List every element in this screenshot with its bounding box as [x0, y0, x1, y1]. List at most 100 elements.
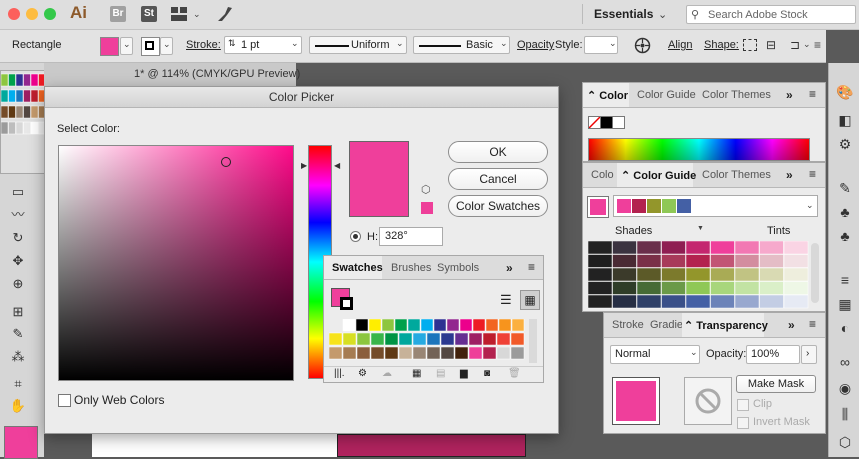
variation-cell[interactable] [636, 281, 662, 295]
flyout-swatch[interactable] [0, 73, 9, 87]
variation-cell[interactable] [588, 267, 613, 282]
brush-definition-dropdown[interactable]: Basic ⌄ [413, 36, 510, 54]
swatch-cell[interactable] [496, 332, 511, 346]
opacity-input[interactable]: 100% [746, 345, 800, 364]
shape-builder-tool-icon[interactable]: ⊕ [9, 275, 27, 293]
swatch-cell[interactable] [511, 319, 525, 332]
variation-cell[interactable] [661, 254, 686, 268]
variation-cell[interactable] [612, 241, 637, 255]
color-swatches-button[interactable]: Color Swatches [448, 195, 548, 217]
show-kinds-icon[interactable]: ⚙ [358, 368, 367, 379]
swatch-cell[interactable] [482, 332, 497, 346]
tab-color-guide[interactable]: Color Guide [637, 89, 696, 101]
swatch-cell[interactable] [459, 319, 473, 332]
ok-button[interactable]: OK [448, 141, 548, 163]
scrollbar[interactable] [811, 243, 819, 303]
variation-cell[interactable] [710, 254, 735, 268]
make-mask-button[interactable]: Make Mask [736, 375, 816, 393]
panel-menu-icon[interactable]: ≡ [809, 317, 816, 331]
rectangle-artwork[interactable] [337, 434, 526, 457]
swatch-cell[interactable] [355, 319, 369, 332]
tab-color[interactable]: ⌃ Color [587, 89, 628, 102]
stroke-weight-field[interactable]: ⇅ 1 pt ⌄ [224, 36, 302, 54]
variation-cell[interactable] [783, 267, 809, 282]
color-themes-icon[interactable]: 🎨 [836, 83, 854, 101]
stroke-swatch[interactable] [340, 297, 353, 310]
mesh-tool-icon[interactable]: ⊞ [9, 303, 27, 321]
opacity-slider-toggle[interactable]: › [801, 345, 817, 364]
variation-cell[interactable] [734, 294, 760, 309]
flyout-swatch[interactable] [30, 89, 39, 103]
gradient-icon[interactable]: ▦ [836, 295, 854, 313]
variation-cell[interactable] [612, 294, 637, 309]
harmony-swatch[interactable] [677, 199, 691, 213]
variation-cell[interactable] [710, 267, 735, 282]
swatch-cell[interactable] [342, 332, 357, 346]
harmony-swatch[interactable] [647, 199, 661, 213]
swatch-cell[interactable] [412, 332, 427, 346]
document-tab[interactable]: 1* @ 114% (CMYK/GPU Preview) [134, 68, 300, 80]
swatch-cell[interactable] [329, 346, 343, 360]
swatch-cell[interactable] [329, 332, 343, 346]
white-swatch[interactable] [612, 116, 625, 129]
swatch-cell[interactable] [342, 346, 357, 360]
variation-cell[interactable] [588, 281, 613, 295]
variation-cell[interactable] [734, 267, 760, 282]
variation-cell[interactable] [685, 254, 711, 268]
stepper-icon[interactable]: ⇅ [228, 38, 236, 49]
align-label[interactable]: Align [668, 39, 692, 51]
variation-cell[interactable] [734, 281, 760, 295]
thumbnail-view-icon[interactable]: ▦ [520, 290, 540, 310]
swatch-cell[interactable] [426, 332, 441, 346]
variations-grid[interactable] [588, 241, 810, 311]
swatch-cell[interactable] [426, 346, 441, 360]
hue-arrow-right-icon[interactable]: ◀ [334, 161, 340, 170]
zoom-window-button[interactable] [44, 8, 56, 20]
harmony-rules-dropdown[interactable]: ⌄ [613, 195, 818, 217]
panel-collapse-icon[interactable]: » [506, 261, 513, 275]
flyout-swatch[interactable] [23, 105, 31, 119]
folder-icon[interactable]: ▆ [460, 368, 468, 379]
swatch-cell[interactable] [468, 332, 483, 346]
flyout-swatch[interactable] [30, 73, 39, 87]
shape-label[interactable]: Shape: [704, 39, 739, 51]
swatch-cell[interactable] [496, 346, 511, 360]
swatch-cell[interactable] [356, 332, 371, 346]
swatch-cell[interactable] [412, 346, 427, 360]
variation-cell[interactable] [588, 241, 613, 255]
variation-cell[interactable] [612, 267, 637, 282]
swatch-cell[interactable] [454, 346, 469, 360]
new-swatch-icon[interactable]: ◙ [484, 368, 490, 379]
swatch-cell[interactable] [440, 332, 455, 346]
tab-color-themes[interactable]: Color Themes [702, 89, 771, 101]
flyout-swatch[interactable] [8, 105, 16, 119]
clip-checkbox[interactable] [737, 399, 749, 411]
variation-cell[interactable] [710, 241, 735, 255]
swatch-cell[interactable] [498, 319, 512, 332]
swatch-cell[interactable] [472, 319, 486, 332]
harmony-swatch[interactable] [632, 199, 646, 213]
variation-cell[interactable] [612, 281, 637, 295]
swatch-cell[interactable] [440, 346, 455, 360]
stock-search-input[interactable]: ⚲ Search Adobe Stock [686, 5, 856, 24]
flyout-swatch[interactable] [23, 73, 31, 87]
symbol-sprayer-tool-icon[interactable]: ⁂ [9, 348, 27, 366]
hand-tool-icon[interactable]: ✋ [9, 397, 27, 415]
swatch-grid[interactable] [329, 319, 527, 365]
color-field[interactable] [58, 145, 294, 381]
swatch-cell[interactable] [468, 346, 483, 360]
swatch-cell[interactable] [381, 319, 395, 332]
web-safe-color-swatch[interactable] [421, 202, 433, 214]
swatch-cell[interactable] [342, 319, 356, 332]
variation-cell[interactable] [734, 241, 760, 255]
mask-thumbnail[interactable] [684, 377, 732, 425]
list-view-icon[interactable]: ☰ [500, 292, 512, 308]
swatch-cell[interactable] [407, 319, 421, 332]
bridge-icon[interactable]: Br [110, 6, 126, 22]
transparency-icon[interactable]: ◐ [836, 319, 854, 337]
flyout-swatch[interactable] [8, 89, 16, 103]
tab-gradient[interactable]: Gradie [650, 319, 683, 331]
color-field-cursor[interactable] [221, 157, 231, 167]
variation-cell[interactable] [612, 254, 637, 268]
variation-cell[interactable] [661, 294, 686, 309]
